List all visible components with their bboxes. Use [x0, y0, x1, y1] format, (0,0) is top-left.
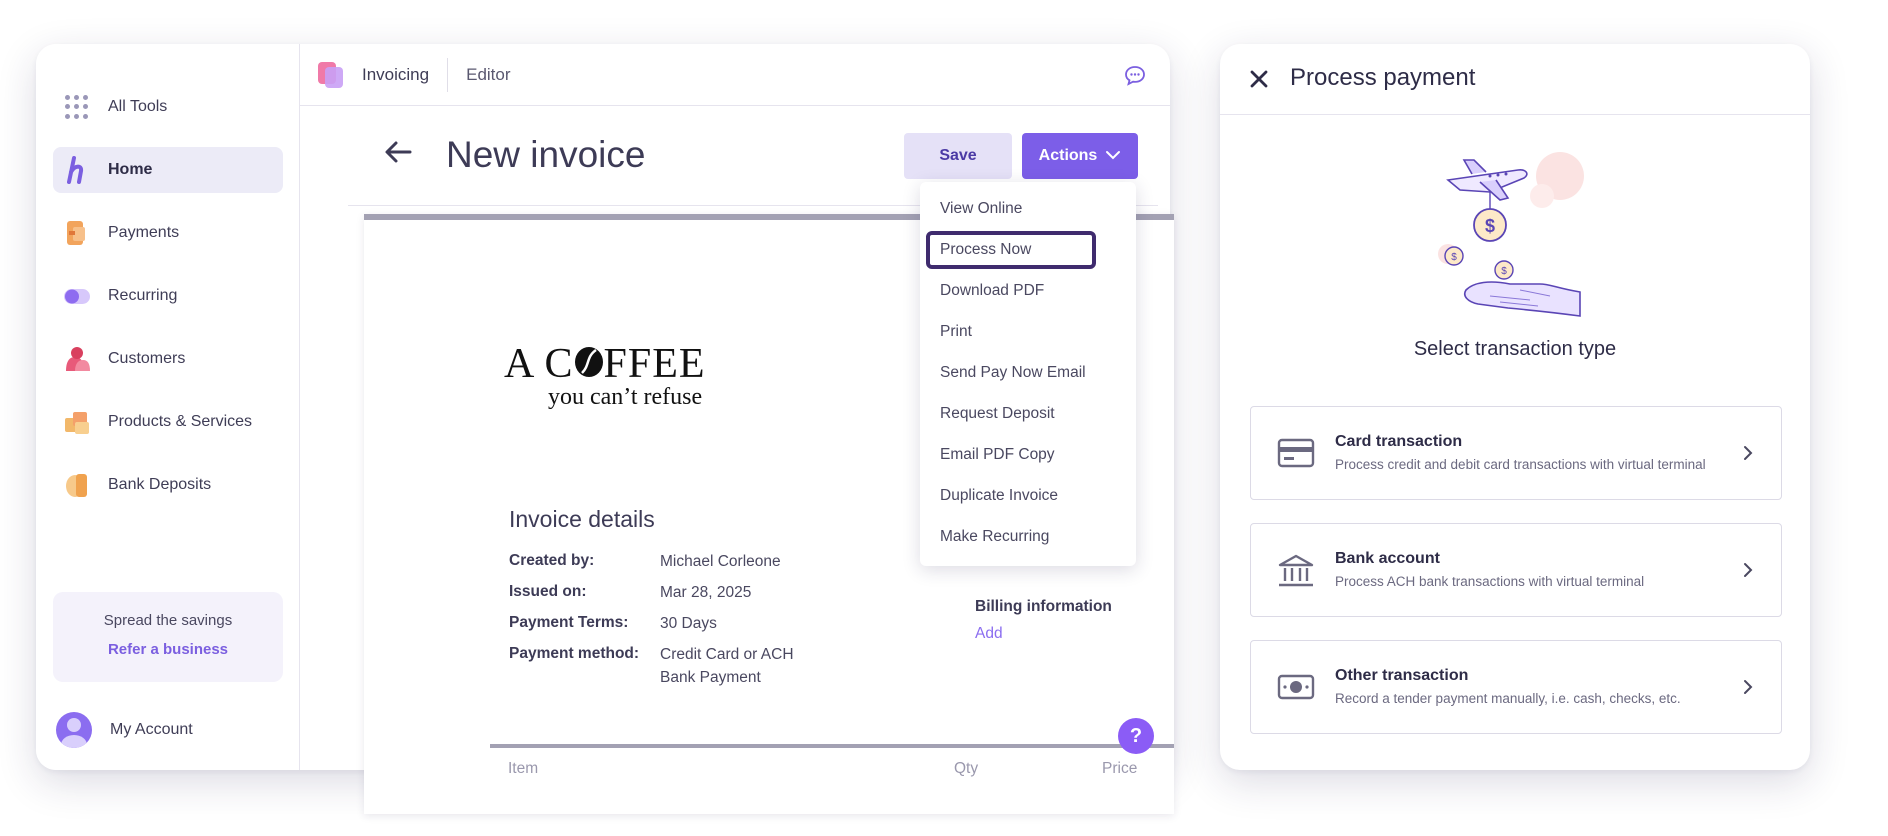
detail-label: Payment method:	[509, 645, 640, 662]
menu-item-request-deposit[interactable]: Request Deposit	[926, 395, 1096, 433]
chevron-right-icon	[1743, 679, 1753, 700]
actions-button[interactable]: Actions	[1022, 133, 1138, 179]
credit-card-icon	[1277, 437, 1315, 474]
sidebar-item-home[interactable]: Home	[53, 147, 283, 193]
menu-item-print[interactable]: Print	[926, 313, 1096, 351]
sidebar-item-customers[interactable]: Customers	[53, 336, 283, 382]
menu-item-send-pay-now-email[interactable]: Send Pay Now Email	[926, 354, 1096, 392]
sidebar-item-label: Recurring	[108, 287, 178, 304]
page-title: New invoice	[446, 134, 646, 175]
billing-add-link[interactable]: Add	[975, 625, 1003, 643]
select-transaction-heading: Select transaction type	[1413, 338, 1617, 360]
column-header-price: Price	[1102, 760, 1138, 777]
save-button[interactable]: Save	[904, 133, 1012, 179]
svg-text:$: $	[1485, 216, 1495, 236]
detail-label: Created by:	[509, 552, 595, 569]
home-h-icon	[63, 156, 91, 184]
refer-link[interactable]: Refer a business	[53, 641, 283, 658]
detail-value: Credit Card or ACH	[660, 646, 794, 663]
sidebar-item-all-tools[interactable]: All Tools	[53, 84, 283, 130]
menu-item-process-now[interactable]: Process Now	[926, 231, 1096, 269]
payments-icon	[63, 219, 91, 247]
customers-icon	[63, 345, 91, 373]
detail-value: Mar 28, 2025	[660, 584, 752, 601]
bank-account-option[interactable]: Bank account Process ACH bank transactio…	[1250, 523, 1782, 617]
sidebar-item-label: Customers	[108, 350, 186, 367]
refer-card: Spread the savings Refer a business	[53, 592, 283, 682]
recurring-icon	[63, 282, 91, 310]
cash-icon	[1277, 671, 1315, 708]
chevron-right-icon	[1743, 562, 1753, 583]
chevron-down-icon	[1105, 147, 1121, 165]
detail-label: Issued on:	[509, 583, 587, 600]
menu-item-download-pdf[interactable]: Download PDF	[926, 272, 1096, 310]
option-description: Process ACH bank transactions with virtu…	[1335, 574, 1645, 589]
invoice-details-heading: Invoice details	[509, 506, 655, 532]
chat-icon[interactable]	[1124, 64, 1146, 91]
grid-icon	[63, 93, 91, 121]
actions-label: Actions	[1038, 147, 1098, 164]
company-logo: A C FFEE	[504, 341, 706, 387]
panel-title: Process payment	[1290, 64, 1476, 91]
detail-value: 30 Days	[660, 615, 717, 632]
menu-item-duplicate-invoice[interactable]: Duplicate Invoice	[926, 477, 1096, 515]
option-title: Card transaction	[1335, 433, 1463, 450]
company-slogan: you can’t refuse	[548, 384, 703, 410]
menu-item-email-pdf-copy[interactable]: Email PDF Copy	[926, 436, 1096, 474]
section-name: Editor	[466, 64, 511, 84]
column-header-item: Item	[508, 760, 539, 777]
process-payment-panel: Process payment $ $ $ Select transaction…	[1220, 44, 1810, 770]
coffee-bean-icon	[574, 342, 604, 377]
sidebar-item-label: All Tools	[108, 98, 168, 115]
app-name[interactable]: Invoicing	[362, 65, 429, 85]
invoicing-logo-icon	[318, 61, 344, 88]
svg-text:$: $	[1451, 252, 1457, 263]
card-transaction-option[interactable]: Card transaction Process credit and debi…	[1250, 406, 1782, 500]
detail-value: Bank Payment	[660, 669, 761, 686]
billing-information-label: Billing information	[975, 598, 1112, 615]
option-description: Record a tender payment manually, i.e. c…	[1335, 691, 1681, 706]
table-divider	[490, 744, 1174, 748]
close-icon[interactable]	[1248, 68, 1270, 95]
bank-deposits-icon	[63, 471, 91, 499]
option-description: Process credit and debit card transactio…	[1335, 457, 1706, 472]
panel-header: Process payment	[1220, 44, 1810, 115]
other-transaction-option[interactable]: Other transaction Record a tender paymen…	[1250, 640, 1782, 734]
payment-illustration: $ $ $	[1430, 150, 1600, 325]
detail-label: Payment Terms:	[509, 614, 629, 631]
sidebar-item-label: Products & Services	[108, 413, 253, 430]
bank-icon	[1277, 554, 1315, 593]
column-header-qty: Qty	[954, 760, 979, 777]
sidebar-item-label: Payments	[108, 224, 180, 241]
option-title: Other transaction	[1335, 667, 1469, 684]
products-icon	[63, 408, 91, 436]
help-button[interactable]: ?	[1118, 718, 1154, 754]
sidebar-item-products-services[interactable]: Products & Services	[53, 399, 283, 445]
sidebar-item-bank-deposits[interactable]: Bank Deposits	[53, 462, 283, 508]
sidebar-item-payments[interactable]: Payments	[53, 210, 283, 256]
back-arrow-icon[interactable]	[384, 140, 412, 169]
avatar	[56, 712, 92, 748]
sidebar-item-recurring[interactable]: Recurring	[53, 273, 283, 319]
menu-item-view-online[interactable]: View Online	[926, 190, 1096, 228]
option-title: Bank account	[1335, 550, 1440, 567]
sidebar-item-label: Bank Deposits	[108, 476, 212, 493]
divider	[447, 57, 449, 92]
chevron-right-icon	[1743, 445, 1753, 466]
my-account[interactable]: My Account	[56, 712, 193, 748]
refer-text: Spread the savings	[103, 612, 233, 629]
sidebar: All Tools Home Payments Recurring Custom	[36, 44, 300, 770]
svg-text:$: $	[1501, 266, 1507, 277]
detail-value: Michael Corleone	[660, 553, 781, 570]
sidebar-item-label: Home	[108, 161, 153, 178]
account-label: My Account	[110, 721, 193, 738]
actions-menu: View Online Process Now Download PDF Pri…	[920, 182, 1136, 566]
menu-item-make-recurring[interactable]: Make Recurring	[926, 518, 1096, 556]
